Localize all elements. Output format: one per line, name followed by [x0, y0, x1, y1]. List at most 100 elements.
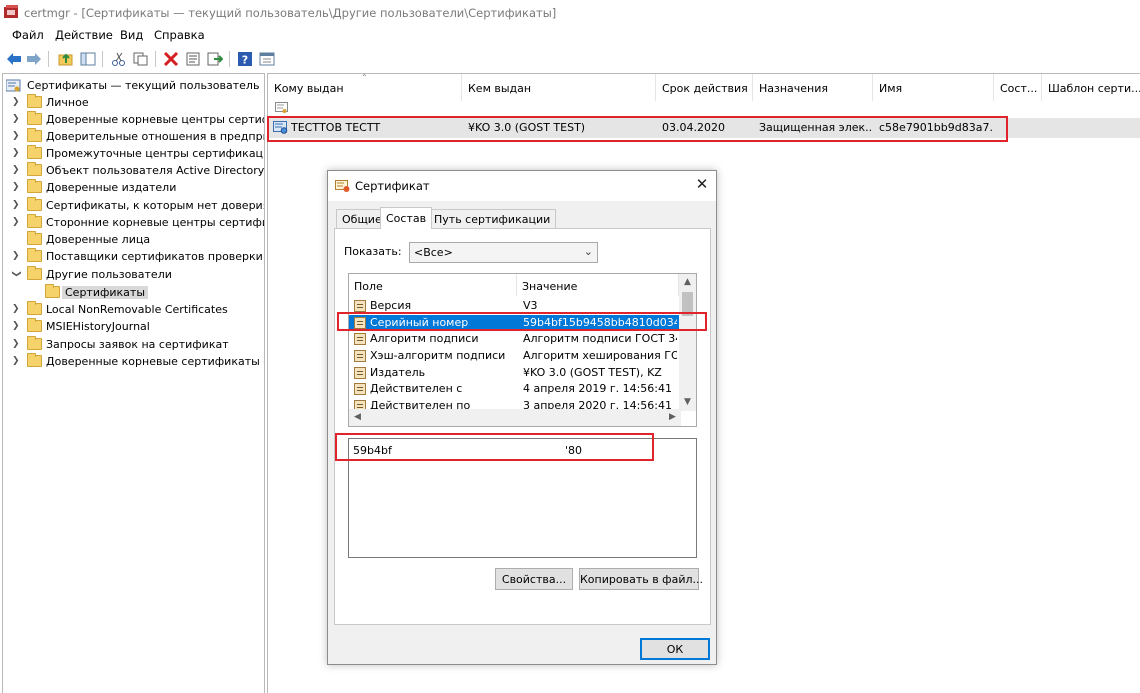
close-icon[interactable]: ✕ — [694, 176, 710, 192]
properties-button[interactable]: Свойства... — [495, 568, 573, 590]
forward-arrow-icon[interactable] — [25, 50, 43, 68]
chevron-right-icon[interactable]: ❯ — [12, 183, 21, 192]
column-field[interactable]: Поле — [349, 274, 517, 296]
certificate-placeholder-icon — [275, 102, 288, 113]
menu-bar: Файл Действие Вид Справка — [0, 26, 1140, 46]
tree-root[interactable]: Сертификаты — текущий пользователь — [3, 78, 264, 95]
tree-item-msie-history[interactable]: ❯ MSIEHistoryJournal — [3, 318, 264, 336]
chevron-right-icon[interactable]: ❯ — [12, 149, 21, 158]
menu-help[interactable]: Справка — [154, 28, 205, 42]
tree-item-enrollment-requests[interactable]: ❯ Запросы заявок на сертификат — [3, 336, 264, 354]
fields-list[interactable]: Поле Значение Версия V3 Серийный номер 5… — [348, 273, 697, 427]
tree-item-enterprise-trust[interactable]: ❯ Доверительные отношения в предприятии — [3, 128, 264, 146]
up-folder-icon[interactable] — [57, 50, 75, 68]
chevron-down-icon[interactable]: ❯ — [11, 270, 21, 279]
list-item[interactable]: Действителен с 4 апреля 2019 г. 14:56:41 — [349, 381, 679, 397]
menu-file[interactable]: Файл — [12, 28, 44, 42]
tab-details[interactable]: Состав — [380, 207, 433, 229]
chevron-right-icon[interactable]: ❯ — [12, 340, 21, 349]
tree-item-active-directory[interactable]: ❯ Объект пользователя Active Directory — [3, 162, 264, 180]
certificate-dialog-icon — [335, 180, 350, 192]
column-purposes[interactable]: Назначения — [753, 74, 873, 101]
certificate-store-icon — [6, 79, 21, 92]
tree-item-trusted-publishers[interactable]: ❯ Доверенные издатели — [3, 179, 264, 197]
folder-icon — [27, 94, 42, 108]
highlight-certificate-row — [267, 116, 1008, 142]
tree-item-label: Local NonRemovable Certificates — [46, 303, 228, 316]
chevron-right-icon[interactable]: ❯ — [12, 98, 21, 107]
highlight-serial-value — [335, 433, 654, 461]
column-template[interactable]: Шаблон серти... — [1042, 74, 1140, 101]
vertical-scrollbar[interactable]: ▲ ▼ — [679, 274, 696, 411]
chevron-right-icon[interactable]: ❯ — [12, 201, 21, 210]
column-issued-by[interactable]: Кем выдан — [462, 74, 656, 101]
svg-text:?: ? — [242, 54, 248, 67]
column-friendly-name[interactable]: Имя — [873, 74, 994, 101]
back-arrow-icon[interactable] — [5, 50, 23, 68]
tree-item-label: Доверенные корневые сертификаты смарт-ка… — [46, 355, 264, 368]
list-item[interactable]: Издатель ¥KO 3.0 (GOST TEST), KZ — [349, 365, 679, 381]
scroll-left-icon[interactable]: ◀ — [349, 409, 366, 426]
tree-item-untrusted[interactable]: ❯ Сертификаты, к которым нет доверия — [3, 197, 265, 215]
scroll-down-icon[interactable]: ▼ — [679, 394, 696, 411]
tree-item-smartcard-root[interactable]: ❯ Доверенные корневые сертификаты смарт-… — [3, 353, 264, 371]
tree-item-label: Личное — [46, 96, 89, 109]
tree-item-third-party-root[interactable]: ❯ Сторонние корневые центры сертификации — [3, 214, 264, 232]
tree-item-trusted-root[interactable]: ❯ Доверенные корневые центры сертификаци… — [3, 111, 264, 129]
folder-icon — [27, 179, 42, 193]
list-item[interactable]: Хэш-алгоритм подписи Алгоритм хешировани… — [349, 348, 679, 364]
chevron-right-icon[interactable]: ❯ — [12, 357, 21, 366]
tree-item-other-people[interactable]: ❯ Другие пользователи — [3, 266, 264, 284]
chevron-right-icon[interactable]: ❯ — [12, 132, 21, 141]
field-value: V3 — [523, 299, 538, 312]
cut-icon[interactable] — [110, 50, 128, 68]
tree-item-certificates-selected[interactable]: Сертификаты — [3, 284, 264, 302]
tree-item-intermediate[interactable]: ❯ Промежуточные центры сертификации — [3, 145, 264, 163]
scroll-up-icon[interactable]: ▲ — [679, 274, 696, 291]
tree-item-personal[interactable]: ❯ Личное — [3, 94, 264, 112]
folder-icon — [27, 353, 42, 367]
chevron-right-icon[interactable]: ❯ — [12, 115, 21, 124]
export-icon[interactable] — [206, 50, 224, 68]
show-hide-tree-icon[interactable] — [79, 50, 97, 68]
tree-item-label: Сертификаты, к которым нет доверия — [46, 199, 265, 212]
chevron-right-icon[interactable]: ❯ — [12, 305, 21, 314]
properties-icon[interactable] — [184, 50, 202, 68]
field-icon — [354, 383, 366, 395]
menu-action[interactable]: Действие — [55, 28, 113, 42]
column-expiration[interactable]: Срок действия — [656, 74, 753, 101]
tree-item-trusted-people[interactable]: Доверенные лица — [3, 231, 264, 249]
tab-certification-path[interactable]: Путь сертификации — [428, 209, 557, 228]
scroll-right-icon[interactable]: ▶ — [664, 409, 681, 426]
chevron-right-icon[interactable]: ❯ — [12, 322, 21, 331]
folder-icon — [27, 111, 42, 125]
folder-icon — [27, 197, 42, 211]
delete-icon[interactable] — [162, 50, 180, 68]
column-value[interactable]: Значение — [517, 274, 679, 296]
details-tab-panel: Показать: <Все> ⌄ Поле Значение Версия V… — [334, 228, 711, 625]
field-name: Версия — [370, 299, 412, 312]
tree-item-local-nonremovable[interactable]: ❯ Local NonRemovable Certificates — [3, 301, 264, 319]
column-status[interactable]: Сост... — [994, 74, 1042, 101]
chevron-right-icon[interactable]: ❯ — [12, 252, 21, 261]
copy-to-file-button[interactable]: Копировать в файл... — [579, 568, 703, 590]
copy-icon[interactable] — [132, 50, 150, 68]
horizontal-scrollbar[interactable]: ◀ ▶ — [349, 409, 681, 426]
ok-button[interactable]: ОК — [640, 638, 710, 660]
tree-item-client-auth-issuers[interactable]: ❯ Поставщики сертификатов проверки подли… — [3, 248, 264, 266]
folder-icon — [27, 266, 42, 280]
chevron-right-icon[interactable]: ❯ — [12, 166, 21, 175]
chevron-right-icon[interactable]: ❯ — [12, 218, 21, 227]
column-issued-to[interactable]: Кому выдан ⌃ — [268, 74, 462, 101]
list-item[interactable]: Алгоритм подписи Алгоритм подписи ГОСТ 3… — [349, 331, 679, 347]
tree-item-label: Другие пользователи — [46, 268, 172, 281]
menu-view[interactable]: Вид — [120, 28, 143, 42]
folder-icon — [27, 336, 42, 350]
field-name: Действителен с — [370, 382, 463, 395]
tree-item-label: Доверительные отношения в предприятии — [46, 130, 264, 143]
console-icon[interactable] — [258, 50, 276, 68]
folder-icon — [27, 128, 42, 142]
help-icon[interactable]: ? — [236, 50, 254, 68]
tree-item-label: Сторонние корневые центры сертификации — [46, 216, 264, 229]
show-filter-select[interactable]: <Все> ⌄ — [409, 242, 598, 263]
